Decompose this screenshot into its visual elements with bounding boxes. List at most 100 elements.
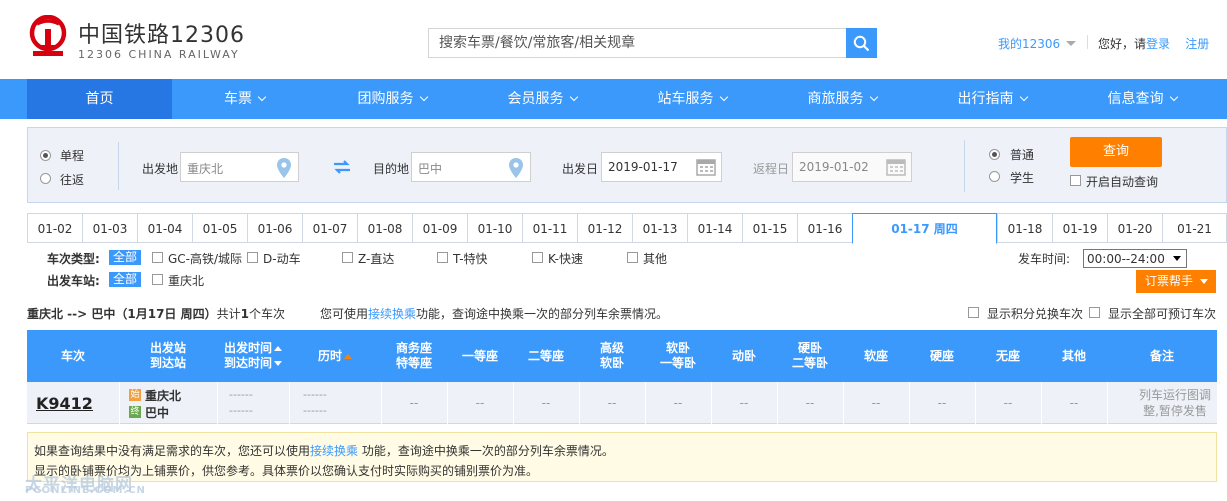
date-tab[interactable]: 01-02	[27, 213, 82, 243]
depart-station-all-button[interactable]: 全部	[109, 272, 142, 287]
from-station-input[interactable]: 重庆北	[180, 152, 299, 182]
date-tab[interactable]: 01-21	[1162, 213, 1227, 243]
date-tab[interactable]: 01-10	[467, 213, 522, 243]
station-label: 重庆北	[168, 274, 205, 288]
round-trip-radio[interactable]	[40, 173, 51, 184]
brand-name-cn: 中国铁路12306	[78, 23, 245, 48]
col-label: 一等座	[461, 348, 498, 363]
header: 中国铁路12306 12306 CHINA RAILWAY 我的12306 您好…	[0, 0, 1227, 80]
normal-ticket-radio[interactable]	[989, 149, 1000, 160]
arrive-time: ------	[229, 404, 253, 417]
nav-item-business[interactable]: 商旅服务	[767, 79, 917, 119]
nav-item-guide[interactable]: 出行指南	[917, 79, 1067, 119]
date-tab[interactable]: 01-03	[82, 213, 137, 243]
depart-date-input[interactable]: 2019-01-17	[601, 152, 722, 182]
register-link[interactable]: 注册	[1185, 37, 1209, 51]
calendar-icon[interactable]	[696, 158, 716, 176]
china-railway-logo-icon[interactable]	[26, 15, 70, 61]
seat-second: --	[541, 396, 551, 410]
date-tab[interactable]: 01-04	[137, 213, 192, 243]
type-other-checkbox[interactable]	[627, 252, 638, 263]
sort-depart-time[interactable]: 出发时间	[224, 341, 282, 356]
date-tab[interactable]: 01-14	[687, 213, 742, 243]
col-soft-sleeper: 软卧 一等卧	[645, 330, 711, 382]
depart-time-select[interactable]: 00:00--24:00	[1083, 249, 1187, 268]
transfer-hint-post: 功能，查询途中换乘一次的部分列车余票情况。	[416, 307, 669, 321]
result-summary: 重庆北 --> 巴中（1月17日 周四）共计1个车次 您可使用接续换乘功能，查询…	[0, 300, 1227, 324]
type-gc-checkbox[interactable]	[152, 252, 163, 263]
col-label: 一等卧	[659, 356, 696, 370]
col-label: 高级	[599, 341, 624, 355]
type-t-checkbox[interactable]	[437, 252, 448, 263]
date-tab[interactable]: 01-18	[997, 213, 1052, 243]
booking-helper-button[interactable]: 订票帮手	[1136, 270, 1216, 293]
date-tab[interactable]: 01-16	[797, 213, 852, 243]
my-account-menu[interactable]: 我的12306	[998, 35, 1077, 52]
col-label: 到达站	[149, 356, 186, 370]
transfer-link[interactable]: 接续换乘	[310, 444, 358, 458]
query-bar: 单程 往返 出发地 重庆北 目的地 巴中 出发日 2019-01-17 返程日 …	[27, 127, 1227, 203]
location-pin-icon[interactable]	[509, 158, 523, 178]
type-z-checkbox[interactable]	[342, 252, 353, 263]
nav-item-group[interactable]: 团购服务	[317, 79, 467, 119]
nav-item-station[interactable]: 站车服务	[617, 79, 767, 119]
train-number-link[interactable]: K9412	[36, 394, 93, 413]
date-tab[interactable]: 01-05	[192, 213, 247, 243]
login-link[interactable]: 登录	[1146, 37, 1170, 51]
cell-divider	[1107, 382, 1108, 424]
search-button[interactable]	[846, 28, 877, 58]
date-tab[interactable]: 01-12	[577, 213, 632, 243]
query-button[interactable]: 查询	[1070, 137, 1162, 167]
type-d-checkbox[interactable]	[247, 252, 258, 263]
col-train-label: 车次	[60, 348, 85, 363]
show-all-checkbox[interactable]	[1089, 307, 1100, 318]
nav-item-home[interactable]: 首页	[27, 79, 172, 119]
one-way-label: 单程	[60, 149, 85, 163]
nav-item-tickets[interactable]: 车票	[172, 79, 317, 119]
col-label: 无座	[995, 348, 1020, 363]
chevron-down-icon	[419, 92, 428, 102]
show-points-checkbox[interactable]	[968, 307, 979, 318]
col-label: 出发站	[149, 341, 186, 355]
auto-query-label: 开启自动查询	[1086, 175, 1159, 189]
search-box	[428, 28, 877, 58]
date-tab[interactable]: 01-15	[742, 213, 797, 243]
date-tab[interactable]: 01-06	[247, 213, 302, 243]
date-tab[interactable]: 01-19	[1052, 213, 1107, 243]
to-station-input[interactable]: 巴中	[411, 152, 531, 182]
nav-label: 首页	[85, 91, 114, 107]
chevron-down-icon	[1169, 92, 1178, 102]
col-moving-sleeper: 动卧	[711, 330, 777, 382]
count-number: 1	[240, 307, 249, 321]
date-tab[interactable]: 01-09	[412, 213, 467, 243]
date-tab[interactable]: 01-13	[632, 213, 687, 243]
auto-query-checkbox[interactable]	[1070, 175, 1081, 186]
date-tab[interactable]: 01-20	[1107, 213, 1162, 243]
seat-senior-sleeper: --	[607, 396, 617, 410]
nav-item-member[interactable]: 会员服务	[467, 79, 617, 119]
watermark-sub: PCONLINE.COM.CN	[25, 485, 146, 496]
train-type-all-button[interactable]: 全部	[109, 250, 142, 265]
depart-station-label: 出发车站:	[47, 274, 100, 288]
search-input[interactable]	[429, 29, 847, 57]
nav-item-info[interactable]: 信息查询	[1067, 79, 1217, 119]
date-tab[interactable]: 01-08	[357, 213, 412, 243]
station-checkbox[interactable]	[152, 274, 163, 285]
swap-stations-icon[interactable]	[333, 160, 351, 174]
transfer-link[interactable]: 接续换乘	[368, 307, 416, 321]
type-k-checkbox[interactable]	[532, 252, 543, 263]
col-times[interactable]: 出发时间 到达时间	[217, 330, 289, 382]
one-way-radio[interactable]	[40, 150, 51, 161]
tip-line-1: 如果查询结果中没有满足需求的车次，您还可以使用接续换乘 功能，查询途中换乘一次的…	[34, 442, 614, 459]
location-pin-icon[interactable]	[277, 158, 291, 178]
sort-arrive-time[interactable]: 到达时间	[224, 356, 282, 371]
return-date-input[interactable]: 2019-01-02	[792, 152, 912, 182]
col-duration[interactable]: 历时	[289, 330, 381, 382]
col-remarks: 备注	[1107, 330, 1217, 382]
col-label: 二等座	[527, 348, 564, 363]
date-tab[interactable]: 01-07	[302, 213, 357, 243]
student-ticket-radio[interactable]	[989, 171, 1000, 182]
date-tab[interactable]: 01-11	[522, 213, 577, 243]
date-tab-selected[interactable]: 01-17 周四	[852, 213, 997, 244]
calendar-icon[interactable]	[886, 158, 906, 176]
